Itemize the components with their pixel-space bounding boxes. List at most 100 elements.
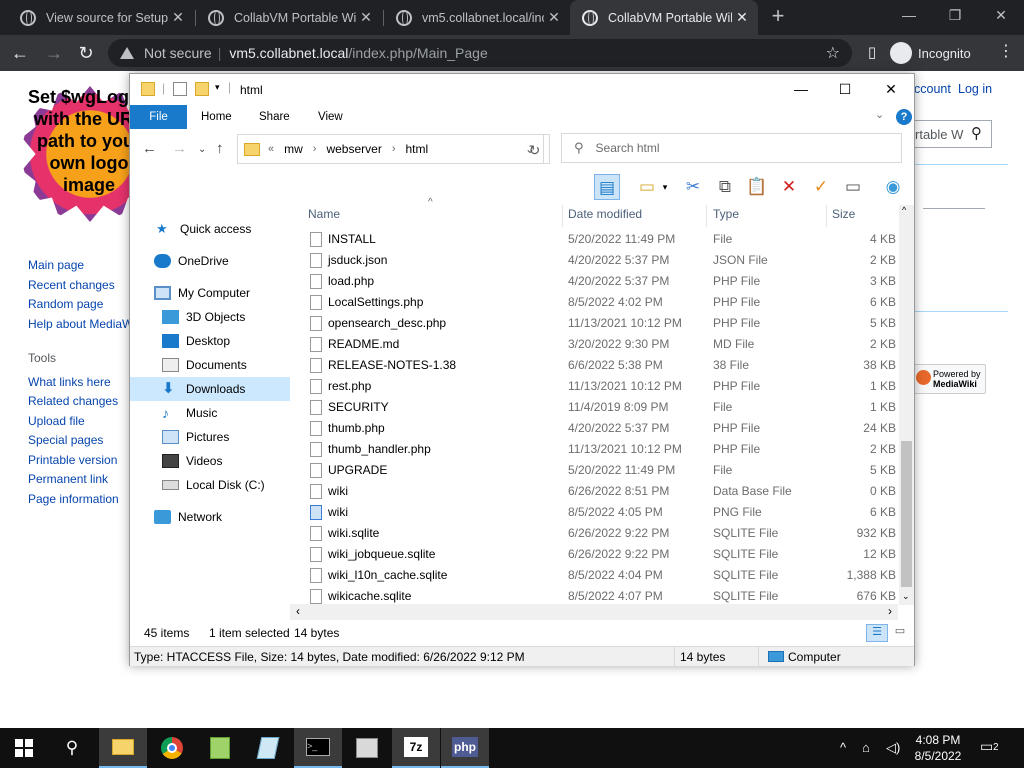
tools-link-printable-version[interactable]: Printable version — [28, 451, 119, 471]
breadcrumb-webserver[interactable]: webserver — [326, 142, 381, 156]
cut-icon[interactable]: ✂ — [680, 174, 706, 200]
folder-options-icon[interactable]: ▭ — [634, 174, 660, 200]
column-divider[interactable] — [706, 205, 707, 227]
chevron-right-icon[interactable]: › — [313, 143, 317, 155]
table-row[interactable]: wiki_l10n_cache.sqlite 8/5/2022 4:04 PM SQ… — [300, 565, 900, 586]
column-header-name[interactable]: Name — [308, 207, 340, 221]
details-view-icon[interactable]: ☰ — [866, 624, 888, 642]
delete-icon[interactable]: ✕ — [776, 174, 802, 200]
close-window-button[interactable]: ✕ — [978, 0, 1024, 30]
chevron-right-icon[interactable]: › — [392, 143, 396, 155]
dropdown-icon[interactable]: ▾ — [660, 174, 670, 200]
table-row[interactable]: wiki.sqlite 6/26/2022 9:22 PM SQLITE File 9… — [300, 523, 900, 544]
nav-item-downloads[interactable]: ⬇ Downloads — [130, 377, 290, 401]
create-account-link[interactable]: ccount — [914, 82, 951, 96]
table-row[interactable]: jsduck.json 4/20/2022 5:37 PM JSON File 2 K… — [300, 250, 900, 271]
notification-center-icon[interactable]: ▭ 2 — [980, 738, 1004, 758]
minimize-window-button[interactable]: — — [886, 0, 932, 30]
network-status-icon[interactable]: ⌂ — [862, 740, 870, 755]
volume-icon[interactable]: ◁) — [886, 740, 900, 756]
tab-collabvm-wiki-1[interactable]: CollabVM Portable Wik ✕ — [196, 0, 382, 35]
bookmark-star-icon[interactable]: ☆ — [826, 43, 840, 63]
tools-link-page-information[interactable]: Page information — [28, 490, 119, 510]
column-header-type[interactable]: Type — [713, 207, 739, 221]
powered-by-mediawiki-badge[interactable]: Powered by MediaWiki — [912, 364, 986, 394]
large-icons-view-icon[interactable]: ▭ — [890, 624, 910, 642]
nav-link-main-page[interactable]: Main page — [28, 256, 133, 276]
preview-pane-icon[interactable]: ▤ — [594, 174, 620, 200]
login-link[interactable]: Log in — [958, 82, 992, 96]
show-hidden-icons-icon[interactable]: ^ — [840, 740, 846, 755]
nav-item-documents[interactable]: Documents — [130, 353, 290, 377]
scroll-down-icon[interactable]: ⌄ — [902, 591, 910, 602]
breadcrumb-overflow[interactable]: « — [268, 143, 274, 155]
nav-link-random-page[interactable]: Random page — [28, 295, 133, 315]
table-row[interactable]: UPGRADE 5/20/2022 11:49 PM File 5 KB — [300, 460, 900, 481]
recent-locations-icon[interactable]: ⌄ — [198, 144, 206, 155]
forward-icon[interactable]: → — [172, 140, 187, 157]
tools-link-related-changes[interactable]: Related changes — [28, 392, 119, 412]
taskbar-app-notepad-plus[interactable] — [196, 728, 244, 768]
ribbon-tab-home[interactable]: Home — [187, 105, 246, 129]
table-row[interactable]: opensearch_desc.php 11/13/2021 10:12 PM PH… — [300, 313, 900, 334]
taskbar-app-file-explorer[interactable] — [99, 728, 147, 768]
horizontal-scrollbar[interactable]: ‹ › — [290, 604, 898, 620]
tools-link-upload-file[interactable]: Upload file — [28, 412, 119, 432]
start-button[interactable] — [0, 728, 48, 768]
nav-item-local-disk[interactable]: Local Disk (C:) — [130, 473, 290, 497]
table-row[interactable]: README.md 3/20/2022 9:30 PM MD File 2 KB — [300, 334, 900, 355]
ribbon-tab-file[interactable]: File — [130, 105, 187, 129]
back-icon[interactable]: ← — [142, 140, 157, 157]
breadcrumb-html[interactable]: html — [406, 142, 429, 156]
explorer-search-input[interactable]: ⚲ Search html — [561, 133, 902, 163]
nav-item-network[interactable]: Network — [130, 505, 290, 529]
checkmark-icon[interactable]: ✓ — [808, 174, 834, 200]
close-tab-icon[interactable]: ✕ — [168, 9, 188, 26]
column-divider[interactable] — [562, 205, 563, 227]
tab-collabvm-wiki-active[interactable]: CollabVM Portable Wik ✕ — [570, 0, 758, 35]
tools-link-what-links-here[interactable]: What links here — [28, 373, 119, 393]
new-tab-button[interactable]: + — [766, 4, 790, 30]
table-row[interactable]: wiki 8/5/2022 4:05 PM PNG File 6 KB — [300, 502, 900, 523]
close-tab-icon[interactable]: ✕ — [544, 9, 564, 26]
rename-icon[interactable]: ▭ — [840, 174, 866, 200]
scrollbar-thumb[interactable] — [901, 441, 912, 587]
refresh-button[interactable]: ↻ — [520, 134, 550, 164]
column-divider[interactable] — [826, 205, 827, 227]
taskbar-app-chrome[interactable] — [148, 728, 196, 768]
taskbar-app-7zip[interactable]: 7z — [392, 728, 440, 768]
nav-item-3d-objects[interactable]: 3D Objects — [130, 305, 290, 329]
search-button[interactable]: ⚲ — [48, 728, 96, 768]
tab-view-source[interactable]: View source for Setup I ✕ — [8, 0, 194, 35]
close-tab-icon[interactable]: ✕ — [732, 9, 752, 26]
table-row[interactable]: load.php 4/20/2022 5:37 PM PHP File 3 KB — [300, 271, 900, 292]
copy-icon[interactable]: ⧉ — [712, 174, 738, 200]
table-row[interactable]: thumb_handler.php 11/13/2021 10:12 PM PHP … — [300, 439, 900, 460]
taskbar-app-php[interactable]: php — [441, 728, 489, 768]
address-bar[interactable]: Not secure | vm5.collabnet.local/index.p… — [108, 39, 852, 67]
restore-window-button[interactable]: ❐ — [932, 0, 978, 30]
table-row[interactable]: RELEASE-NOTES-1.38 6/6/2022 5:38 PM 38 Fil… — [300, 355, 900, 376]
back-button[interactable]: ← — [6, 39, 34, 67]
scroll-right-icon[interactable]: › — [888, 604, 892, 618]
more-menu-icon[interactable]: ⋮ — [996, 41, 1016, 61]
ribbon-collapse-icon[interactable]: ⌄ — [875, 108, 884, 121]
nav-link-recent-changes[interactable]: Recent changes — [28, 276, 133, 296]
scroll-left-icon[interactable]: ‹ — [296, 604, 300, 618]
warning-icon[interactable] — [120, 47, 134, 59]
new-folder-icon[interactable] — [195, 82, 209, 96]
table-row[interactable]: rest.php 11/13/2021 10:12 PM PHP File 1 KB — [300, 376, 900, 397]
ribbon-tab-share[interactable]: Share — [245, 105, 304, 129]
wiki-search-input[interactable]: rtable W ⚲ — [912, 120, 992, 148]
up-icon[interactable]: ↑ — [216, 140, 224, 157]
ribbon-tab-view[interactable]: View — [304, 105, 357, 129]
reload-button[interactable]: ↻ — [72, 39, 100, 67]
breadcrumb-mw[interactable]: mw — [284, 142, 303, 156]
table-row[interactable]: LocalSettings.php 8/5/2022 4:02 PM PHP Fil… — [300, 292, 900, 313]
search-icon[interactable]: ⚲ — [971, 124, 982, 142]
taskbar-app-cmd[interactable]: >_ — [294, 728, 342, 768]
help-icon[interactable]: ? — [896, 109, 912, 125]
table-row[interactable]: wiki_jobqueue.sqlite 6/26/2022 9:22 PM SQL… — [300, 544, 900, 565]
nav-item-music[interactable]: ♪ Music — [130, 401, 290, 425]
explorer-close-button[interactable]: ✕ — [868, 74, 914, 104]
